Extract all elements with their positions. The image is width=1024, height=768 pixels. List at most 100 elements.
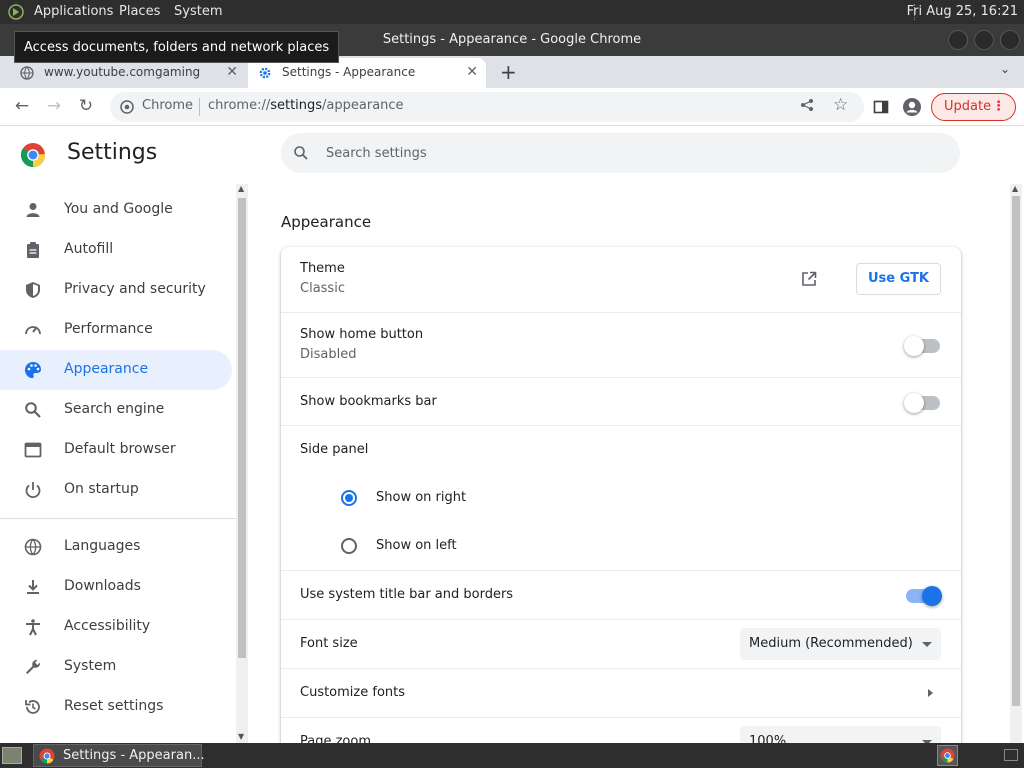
system-title-bar-toggle[interactable] bbox=[906, 586, 942, 606]
sidebar-item-default-browser[interactable]: Default browser bbox=[0, 430, 232, 470]
home-button-toggle[interactable] bbox=[904, 336, 940, 356]
address-bar[interactable]: Chrome chrome://settings/appearance ☆ bbox=[110, 92, 864, 122]
sidebar-item-label: Autofill bbox=[64, 241, 114, 257]
sidebar-item-label: Accessibility bbox=[64, 618, 151, 634]
sidebar-scroll-thumb[interactable] bbox=[238, 198, 246, 658]
scroll-up-arrow-icon[interactable]: ▲ bbox=[238, 184, 244, 193]
omnibox-divider bbox=[199, 98, 200, 116]
shield-icon bbox=[26, 282, 40, 298]
share-icon[interactable] bbox=[800, 98, 814, 116]
sidebar-item-label: Performance bbox=[64, 321, 153, 337]
home-button-value: Disabled bbox=[300, 347, 357, 362]
menu-system[interactable]: System bbox=[174, 4, 222, 19]
sidebar-item-label: On startup bbox=[64, 481, 139, 497]
menu-applications[interactable]: Applications bbox=[34, 4, 113, 19]
sidebar-item-label: Privacy and security bbox=[64, 281, 206, 297]
reload-button[interactable]: ↻ bbox=[74, 95, 98, 119]
customize-fonts-row[interactable]: Customize fonts bbox=[281, 668, 961, 717]
settings-search[interactable] bbox=[281, 133, 960, 173]
menu-places[interactable]: Places bbox=[119, 4, 160, 19]
font-size-row: Font size Medium (Recommended) bbox=[281, 619, 961, 668]
close-tab-icon[interactable]: ✕ bbox=[226, 64, 238, 80]
places-tooltip: Access documents, folders and network pl… bbox=[14, 31, 340, 63]
sidebar-item-label: System bbox=[64, 658, 117, 674]
side-panel-button[interactable] bbox=[869, 95, 893, 119]
font-size-value: Medium (Recommended) bbox=[749, 636, 913, 651]
sidebar-item-performance[interactable]: Performance bbox=[0, 310, 232, 350]
radio-show-on-right[interactable] bbox=[341, 490, 357, 506]
sidebar-item-search-engine[interactable]: Search engine bbox=[0, 390, 232, 430]
theme-value: Classic bbox=[300, 281, 345, 296]
sidebar-item-you-and-google[interactable]: You and Google bbox=[0, 190, 232, 230]
system-title-bar-row[interactable]: Use system title bar and borders bbox=[281, 570, 961, 619]
home-button-row[interactable]: Show home button Disabled bbox=[281, 312, 961, 377]
clock[interactable]: Fri Aug 25, 16:21 bbox=[907, 4, 1018, 19]
settings-title: Settings bbox=[67, 140, 158, 165]
use-gtk-button[interactable]: Use GTK bbox=[856, 263, 941, 295]
maximize-button[interactable] bbox=[974, 30, 994, 50]
more-menu-icon[interactable]: ⋮ bbox=[992, 94, 1005, 120]
taskbar-window-label: Settings - Appearan... bbox=[63, 748, 205, 763]
bookmarks-bar-toggle[interactable] bbox=[904, 393, 940, 413]
sidebar-scrollbar[interactable]: ▲ ▼ bbox=[236, 184, 248, 743]
tab-search-chevron-icon[interactable]: ⌄ bbox=[1000, 62, 1010, 76]
scroll-down-arrow-icon[interactable]: ▼ bbox=[238, 732, 244, 741]
bookmarks-bar-label: Show bookmarks bar bbox=[300, 394, 437, 409]
clipboard-icon bbox=[27, 242, 39, 258]
browser-icon bbox=[24, 442, 42, 458]
search-input[interactable] bbox=[326, 142, 926, 164]
workspace-switcher[interactable] bbox=[1004, 749, 1018, 761]
font-size-label: Font size bbox=[300, 636, 358, 651]
tray-chrome-icon[interactable] bbox=[937, 745, 958, 766]
sidebar-item-appearance[interactable]: Appearance bbox=[0, 350, 232, 390]
home-button-label: Show home button bbox=[300, 327, 424, 342]
gnome-foot-icon[interactable] bbox=[6, 3, 26, 21]
bookmark-star-icon[interactable]: ☆ bbox=[833, 95, 848, 115]
sidebar-item-system[interactable]: System bbox=[0, 647, 232, 687]
chrome-logo-icon bbox=[39, 748, 55, 764]
sidebar-item-on-startup[interactable]: On startup bbox=[0, 470, 232, 510]
update-button[interactable]: Update ⋮ bbox=[931, 93, 1016, 121]
new-tab-button[interactable]: + bbox=[500, 60, 517, 84]
accessibility-icon bbox=[26, 619, 40, 636]
sidebar-divider bbox=[0, 518, 236, 519]
back-button[interactable]: ← bbox=[10, 95, 34, 119]
sidebar-item-label: Default browser bbox=[64, 441, 176, 457]
font-size-select[interactable]: Medium (Recommended) bbox=[740, 628, 941, 660]
forward-button[interactable]: → bbox=[42, 95, 66, 119]
sidebar-item-downloads[interactable]: Downloads bbox=[0, 567, 232, 607]
main-scroll-thumb[interactable] bbox=[1012, 196, 1020, 706]
globe-icon bbox=[24, 538, 42, 556]
sidebar-item-languages[interactable]: Languages bbox=[0, 527, 232, 567]
url-text[interactable]: chrome://settings/appearance bbox=[208, 98, 404, 113]
radio-label-right[interactable]: Show on right bbox=[376, 490, 466, 505]
taskbar-window-chrome[interactable]: Settings - Appearan... bbox=[33, 744, 205, 767]
close-tab-icon[interactable]: ✕ bbox=[466, 64, 478, 80]
show-desktop-button[interactable] bbox=[2, 747, 22, 764]
sidebar-item-label: Appearance bbox=[64, 361, 149, 377]
chrome-site-icon bbox=[120, 100, 134, 114]
profile-avatar[interactable] bbox=[900, 95, 924, 119]
scroll-up-arrow-icon[interactable]: ▲ bbox=[1012, 184, 1018, 193]
person-icon bbox=[26, 203, 40, 217]
sidebar-item-reset-settings[interactable]: Reset settings bbox=[0, 687, 232, 727]
radio-label-left[interactable]: Show on left bbox=[376, 538, 457, 553]
sidebar-item-label: Search engine bbox=[64, 401, 165, 417]
sidebar-item-privacy-and-security[interactable]: Privacy and security bbox=[0, 270, 232, 310]
sidebar-item-label: Languages bbox=[64, 538, 141, 554]
open-in-new-icon[interactable] bbox=[800, 270, 818, 288]
site-chip[interactable]: Chrome bbox=[142, 98, 193, 113]
palette-icon bbox=[25, 362, 41, 378]
tab-label: www.youtube.comgaming bbox=[44, 65, 201, 79]
sidebar-item-accessibility[interactable]: Accessibility bbox=[0, 607, 232, 647]
side-panel-label: Side panel bbox=[300, 442, 369, 457]
radio-show-on-left[interactable] bbox=[341, 538, 357, 554]
bookmarks-bar-row[interactable]: Show bookmarks bar bbox=[281, 377, 961, 425]
search-icon bbox=[25, 402, 41, 418]
main-scrollbar[interactable]: ▲ bbox=[1010, 184, 1022, 743]
sidebar-item-autofill[interactable]: Autofill bbox=[0, 230, 232, 270]
close-window-button[interactable] bbox=[1000, 30, 1020, 50]
minimize-button[interactable] bbox=[948, 30, 968, 50]
chevron-right-icon bbox=[928, 689, 933, 697]
customize-fonts-label: Customize fonts bbox=[300, 685, 406, 700]
